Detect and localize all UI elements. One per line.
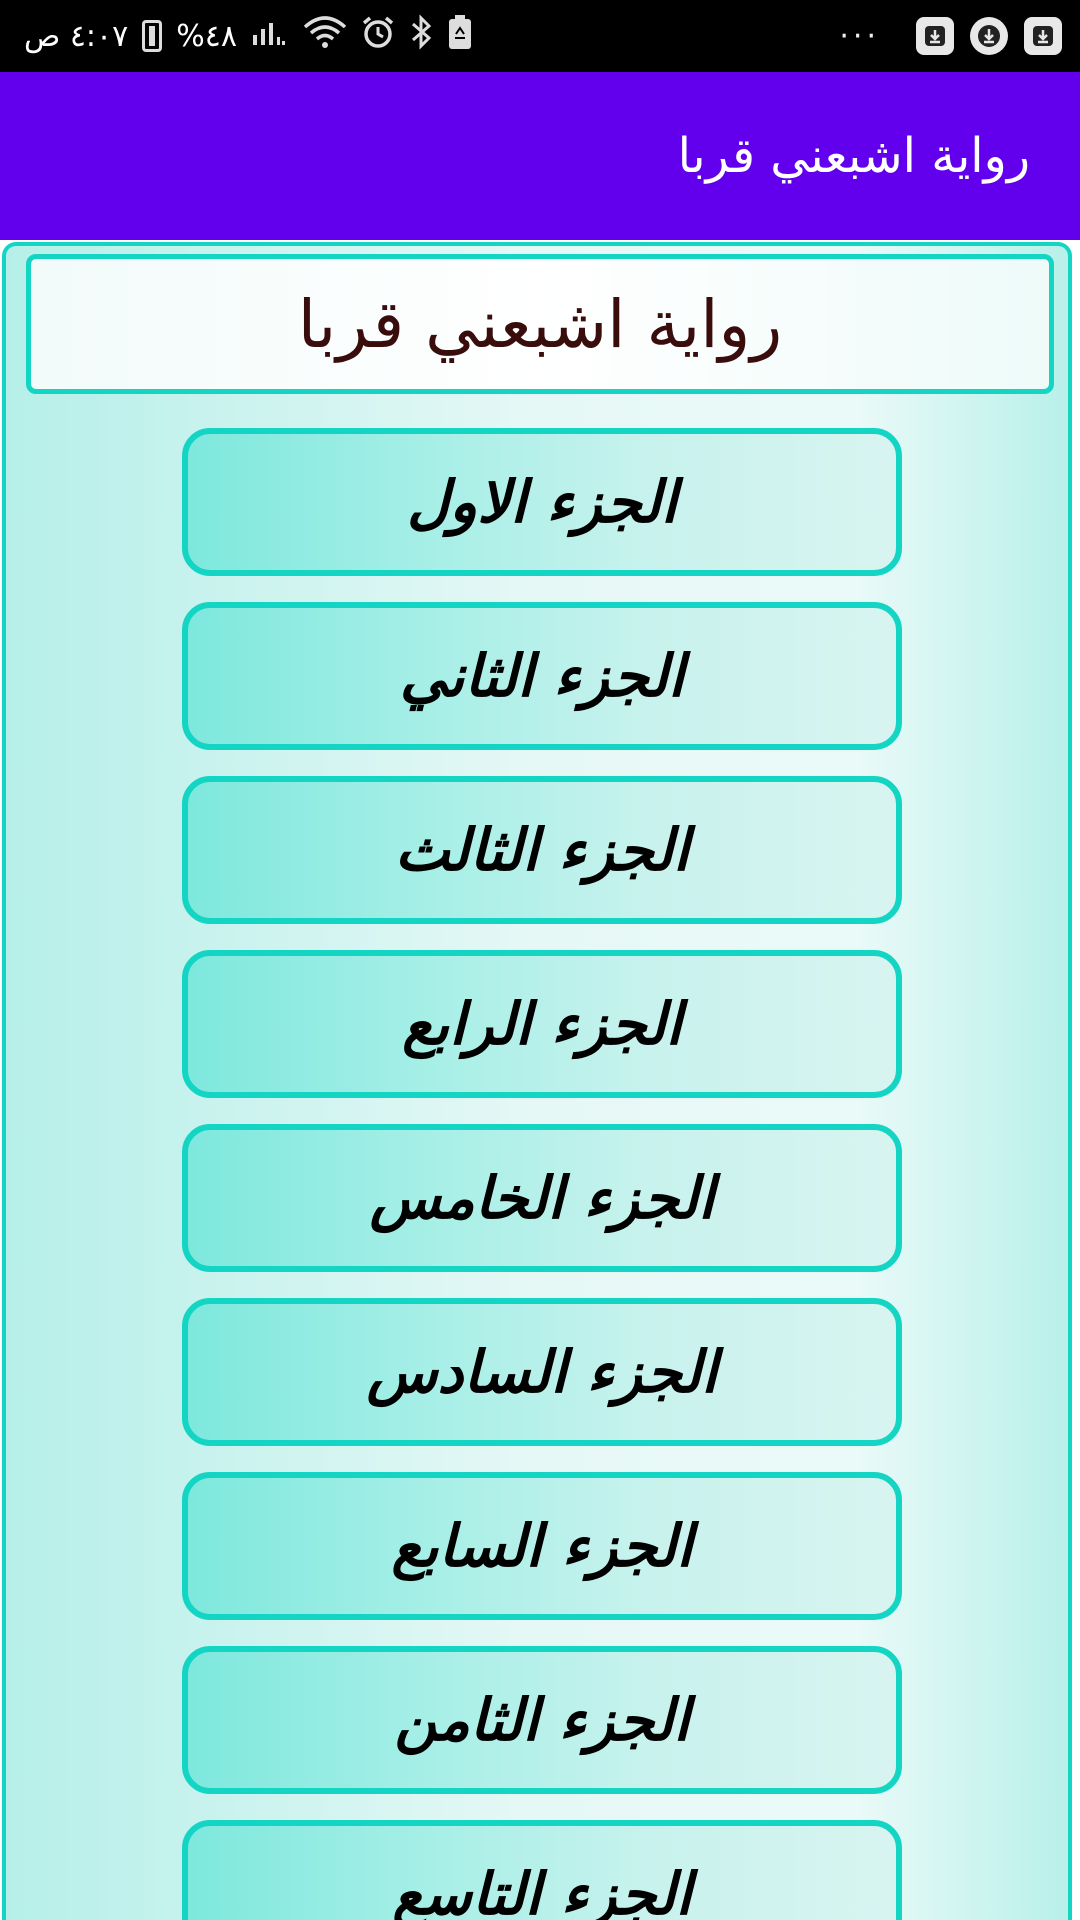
part-6-button[interactable]: الجزء السادس bbox=[182, 1298, 902, 1446]
part-label: الجزء الثاني bbox=[399, 642, 685, 710]
wifi-icon bbox=[303, 15, 347, 57]
part-7-button[interactable]: الجزء السابع bbox=[182, 1472, 902, 1620]
status-left-group: ٤:٠٧ ص %٤٨ bbox=[24, 0, 473, 72]
battery-saver-icon bbox=[447, 14, 473, 58]
part-8-button[interactable]: الجزء الثامن bbox=[182, 1646, 902, 1794]
main-content[interactable]: رواية اشبعني قربا الجزء الاول الجزء الثا… bbox=[2, 242, 1072, 1920]
part-label: الجزء الثالث bbox=[394, 816, 690, 884]
part-9-button[interactable]: الجزء التاسع bbox=[182, 1820, 902, 1920]
part-label: الجزء السابع bbox=[391, 1512, 693, 1580]
parts-list: الجزء الاول الجزء الثاني الجزء الثالث ال… bbox=[6, 246, 1068, 1920]
download-icon bbox=[970, 17, 1008, 55]
part-label: الجزء الرابع bbox=[402, 990, 682, 1058]
part-label: الجزء الثامن bbox=[394, 1686, 690, 1754]
bluetooth-icon bbox=[409, 14, 433, 58]
part-1-button[interactable]: الجزء الاول bbox=[182, 428, 902, 576]
download-icon bbox=[1024, 17, 1062, 55]
part-label: الجزء السادس bbox=[366, 1338, 718, 1406]
app-bar: رواية اشبعني قربا bbox=[0, 72, 1080, 240]
part-3-button[interactable]: الجزء الثالث bbox=[182, 776, 902, 924]
app-title: رواية اشبعني قربا bbox=[677, 128, 1030, 184]
signal-icon bbox=[251, 17, 289, 55]
part-5-button[interactable]: الجزء الخامس bbox=[182, 1124, 902, 1272]
status-bar: ٤:٠٧ ص %٤٨ ··· bbox=[0, 0, 1080, 72]
status-time: ٤:٠٧ ص bbox=[24, 18, 129, 54]
status-right-group: ··· bbox=[839, 0, 1062, 72]
part-label: الجزء الخامس bbox=[369, 1164, 715, 1232]
part-4-button[interactable]: الجزء الرابع bbox=[182, 950, 902, 1098]
alarm-icon bbox=[361, 15, 395, 57]
part-label: الجزء التاسع bbox=[392, 1860, 692, 1920]
part-2-button[interactable]: الجزء الثاني bbox=[182, 602, 902, 750]
more-notifications-icon: ··· bbox=[839, 18, 880, 54]
download-icon bbox=[916, 17, 954, 55]
part-label: الجزء الاول bbox=[406, 468, 678, 536]
battery-percent: %٤٨ bbox=[176, 18, 238, 54]
charging-battery-icon bbox=[142, 20, 163, 52]
